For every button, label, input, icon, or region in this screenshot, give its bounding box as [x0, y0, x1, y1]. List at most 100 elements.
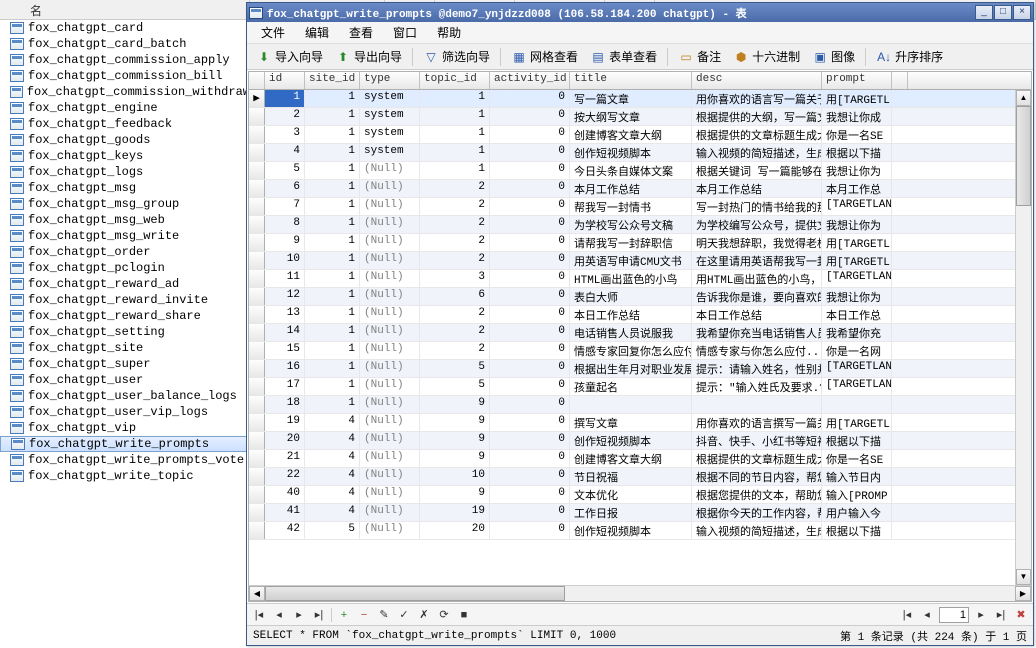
cell-type[interactable]: (Null) [360, 342, 420, 359]
table-row[interactable]: 51(Null)10今日头条自媒体文案根据关键词 写一篇能够在今我想让你为 [249, 162, 1031, 180]
table-row[interactable]: 131(Null)20本日工作总结本日工作总结本日工作总 [249, 306, 1031, 324]
cell-activity-id[interactable]: 0 [490, 270, 570, 287]
cell-id[interactable]: 13 [265, 306, 305, 323]
cell-prompt[interactable]: 用户输入今 [822, 504, 892, 521]
row-gutter[interactable] [249, 342, 265, 359]
table-list-item[interactable]: fox_chatgpt_reward_ad [0, 276, 250, 292]
table-list-item[interactable]: fox_chatgpt_setting [0, 324, 250, 340]
cell-site-id[interactable]: 1 [305, 270, 360, 287]
cell-desc[interactable]: 输入视频的简短描述，生成 [692, 144, 822, 161]
cell-site-id[interactable]: 1 [305, 288, 360, 305]
row-gutter[interactable] [249, 288, 265, 305]
menu-help[interactable]: 帮助 [427, 22, 471, 43]
cell-title[interactable]: 为学校写公众号文稿 [570, 216, 692, 233]
table-row[interactable]: 71(Null)20帮我写一封情书写一封热门的情书给我的那[TARGETLAN [249, 198, 1031, 216]
table-list-item[interactable]: fox_chatgpt_keys [0, 148, 250, 164]
cell-topic-id[interactable]: 10 [420, 468, 490, 485]
cell-prompt[interactable]: [TARGETLAN [822, 378, 892, 395]
titlebar[interactable]: fox_chatgpt_write_prompts @demo7_ynjdzzd… [247, 3, 1033, 22]
cell-topic-id[interactable]: 2 [420, 198, 490, 215]
cell-activity-id[interactable]: 0 [490, 162, 570, 179]
col-header-site-id[interactable]: site_id [305, 72, 360, 89]
table-list-item[interactable]: fox_chatgpt_super [0, 356, 250, 372]
cell-desc[interactable]: 根据不同的节日内容，帮您 [692, 468, 822, 485]
table-list-item[interactable]: fox_chatgpt_engine [0, 100, 250, 116]
cell-desc[interactable]: 明天我想辞职，我觉得老板 [692, 234, 822, 251]
cell-site-id[interactable]: 1 [305, 360, 360, 377]
cell-title[interactable]: 创建博客文章大纲 [570, 126, 692, 143]
cell-prompt[interactable]: 用[TARGETL [822, 90, 892, 107]
cell-title[interactable]: 创建博客文章大纲 [570, 450, 692, 467]
cell-prompt[interactable]: [TARGETLAN [822, 360, 892, 377]
cell-prompt[interactable] [822, 396, 892, 413]
cell-id[interactable]: 9 [265, 234, 305, 251]
table-list-item[interactable]: fox_chatgpt_write_prompts [0, 436, 250, 452]
cell-site-id[interactable]: 1 [305, 216, 360, 233]
nav-refresh[interactable]: ⟳ [436, 607, 452, 623]
cell-title[interactable]: 创作短视频脚本 [570, 144, 692, 161]
table-row[interactable]: ▶11system10写一篇文章用你喜欢的语言写一篇关于用[TARGETL [249, 90, 1031, 108]
cell-id[interactable]: 3 [265, 126, 305, 143]
cell-topic-id[interactable]: 20 [420, 522, 490, 539]
table-row[interactable]: 414(Null)190工作日报根据你今天的工作内容，帮用户输入今 [249, 504, 1031, 522]
cell-activity-id[interactable]: 0 [490, 432, 570, 449]
row-gutter[interactable] [249, 270, 265, 287]
cell-type[interactable]: (Null) [360, 450, 420, 467]
col-header-type[interactable]: type [360, 72, 420, 89]
table-list-item[interactable]: fox_chatgpt_reward_share [0, 308, 250, 324]
nav-commit[interactable]: ✓ [396, 607, 412, 623]
page-number-input[interactable] [939, 607, 969, 623]
table-list-item[interactable]: fox_chatgpt_vip [0, 420, 250, 436]
cell-site-id[interactable]: 4 [305, 432, 360, 449]
form-view-button[interactable]: ▤表单查看 [585, 45, 662, 68]
cell-id[interactable]: 6 [265, 180, 305, 197]
cell-title[interactable]: 写一篇文章 [570, 90, 692, 107]
cell-site-id[interactable]: 1 [305, 108, 360, 125]
cell-topic-id[interactable]: 1 [420, 126, 490, 143]
menu-file[interactable]: 文件 [251, 22, 295, 43]
row-gutter[interactable] [249, 252, 265, 269]
cell-topic-id[interactable]: 1 [420, 162, 490, 179]
table-list-item[interactable]: fox_chatgpt_pclogin [0, 260, 250, 276]
cell-site-id[interactable]: 1 [305, 144, 360, 161]
cell-activity-id[interactable]: 0 [490, 198, 570, 215]
cell-type[interactable]: (Null) [360, 378, 420, 395]
cell-id[interactable]: 10 [265, 252, 305, 269]
cell-prompt[interactable]: 我想让你为 [822, 288, 892, 305]
scroll-right-button[interactable]: ▶ [1015, 586, 1031, 601]
col-header-desc[interactable]: desc [692, 72, 822, 89]
table-row[interactable]: 121(Null)60表白大师告诉我你是谁，要向喜欢的我想让你为 [249, 288, 1031, 306]
maximize-button[interactable]: □ [994, 5, 1012, 20]
col-header-title[interactable]: title [570, 72, 692, 89]
nav-page-prev[interactable]: ◂ [919, 607, 935, 623]
row-gutter[interactable] [249, 360, 265, 377]
cell-site-id[interactable]: 1 [305, 180, 360, 197]
cell-desc[interactable]: 提示："输入姓氏及要求.? [692, 378, 822, 395]
cell-site-id[interactable]: 5 [305, 522, 360, 539]
vertical-scrollbar[interactable]: ▲ ▼ [1015, 90, 1031, 585]
cell-site-id[interactable]: 4 [305, 504, 360, 521]
row-gutter[interactable] [249, 126, 265, 143]
cell-activity-id[interactable]: 0 [490, 144, 570, 161]
cell-activity-id[interactable]: 0 [490, 324, 570, 341]
table-list-item[interactable]: fox_chatgpt_write_topic [0, 468, 250, 484]
cell-type[interactable]: (Null) [360, 162, 420, 179]
nav-prev[interactable]: ◂ [271, 607, 287, 623]
close-button[interactable]: × [1013, 5, 1031, 20]
cell-title[interactable]: 帮我写一封情书 [570, 198, 692, 215]
cell-desc[interactable]: 本日工作总结 [692, 306, 822, 323]
cell-type[interactable]: (Null) [360, 324, 420, 341]
table-list-item[interactable]: fox_chatgpt_card [0, 20, 250, 36]
cell-topic-id[interactable]: 2 [420, 234, 490, 251]
row-gutter[interactable] [249, 522, 265, 539]
cell-type[interactable]: (Null) [360, 216, 420, 233]
col-header-topic-id[interactable]: topic_id [420, 72, 490, 89]
cell-activity-id[interactable]: 0 [490, 414, 570, 431]
cell-desc[interactable]: 抖音、快手、小红书等短视 [692, 432, 822, 449]
image-button[interactable]: ▣图像 [807, 45, 860, 68]
row-gutter[interactable] [249, 162, 265, 179]
table-row[interactable]: 111(Null)30HTML画出蓝色的小鸟用HTML画出蓝色的小鸟，试[TAR… [249, 270, 1031, 288]
cell-type[interactable]: (Null) [360, 522, 420, 539]
cell-activity-id[interactable]: 0 [490, 396, 570, 413]
cell-topic-id[interactable]: 1 [420, 108, 490, 125]
